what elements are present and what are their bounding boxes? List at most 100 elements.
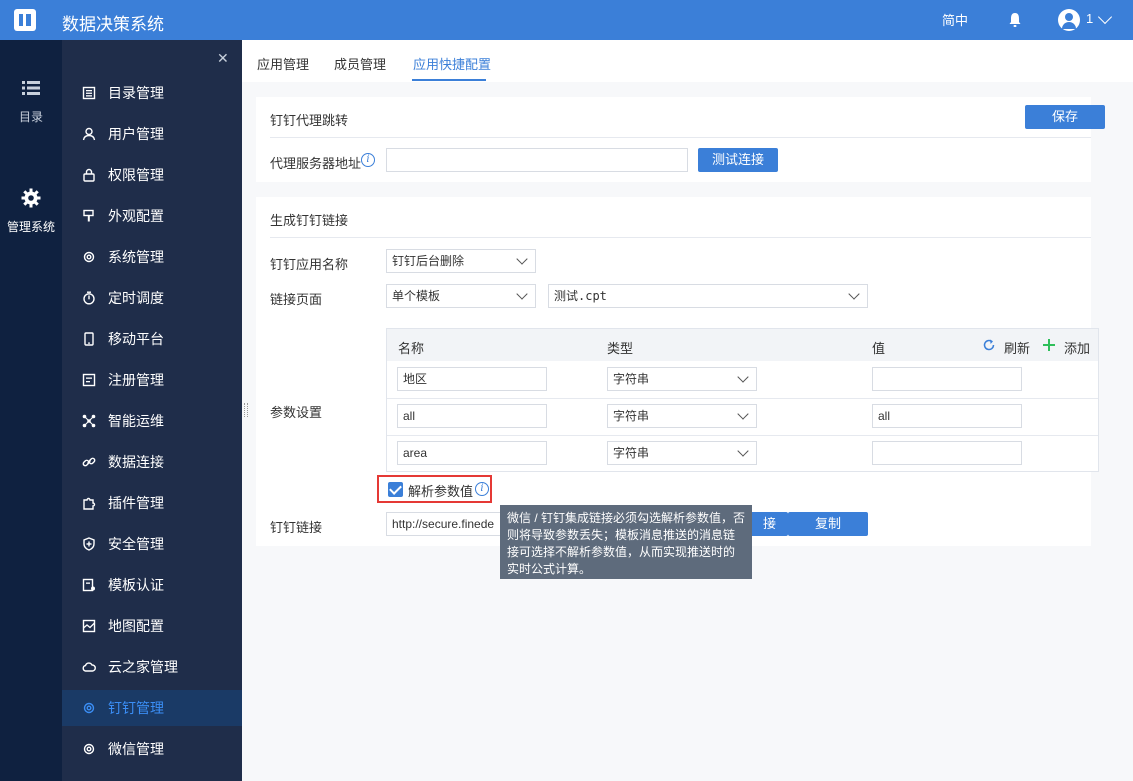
pin-icon[interactable]: ✕ [217, 50, 229, 67]
table-row: all 字符串 all [387, 398, 1098, 435]
sidebar-item[interactable]: 模板认证 [62, 567, 242, 603]
sidebar-item[interactable]: 数据连接 [62, 444, 242, 480]
param-value-input[interactable] [872, 441, 1022, 465]
select-value: 字符串 [613, 372, 650, 386]
sidebar-item-label: 智能运维 [108, 413, 164, 429]
sidebar-item-label: 插件管理 [108, 495, 164, 511]
sidebar-item[interactable]: 移动平台 [62, 321, 242, 357]
parse-params-checkbox-group[interactable]: 解析参数值 i [377, 475, 492, 503]
tooltip: 微信 / 钉钉集成链接必须勾选解析参数值，否则将导致参数丢失；模板消息推送的消息… [500, 505, 752, 579]
select-value: 钉钉后台删除 [392, 254, 465, 268]
tab-app-management[interactable]: 应用管理 [257, 54, 309, 73]
params-table: 名称 类型 值 刷新 添加 地区 字符串 all 字符串 all area 字符串 [386, 328, 1099, 472]
divider [270, 137, 1091, 138]
sidebar-item-label: 注册管理 [108, 372, 164, 388]
param-value-input[interactable]: all [872, 404, 1022, 428]
chevron-down-icon [516, 253, 528, 265]
mobile-icon [84, 332, 94, 346]
select-value: 单个模板 [392, 289, 441, 303]
column-header-value: 值 [872, 341, 886, 356]
param-type-select[interactable]: 字符串 [607, 367, 757, 391]
resize-handle[interactable] [244, 403, 248, 417]
user-icon [82, 127, 96, 141]
sidebar-item-label: 目录管理 [108, 85, 164, 101]
sidebar-item[interactable]: 权限管理 [62, 157, 242, 193]
save-button[interactable]: 保存 [1025, 105, 1105, 129]
info-icon[interactable]: i [361, 153, 375, 167]
sidebar-item[interactable]: 外观配置 [62, 198, 242, 234]
proxy-server-label: 代理服务器地址 [270, 156, 362, 171]
param-name-input[interactable]: area [397, 441, 547, 465]
app-name-select[interactable]: 钉钉后台删除 [386, 249, 536, 273]
refresh-button[interactable]: 刷新 [1004, 338, 1030, 357]
sidebar-item[interactable]: 微信管理 [62, 731, 242, 767]
link-page-label: 链接页面 [270, 292, 323, 307]
sidebar-item-label: 钉钉管理 [108, 700, 164, 716]
gear-icon [83, 702, 95, 714]
sidebar-item[interactable]: 云之家管理 [62, 649, 242, 685]
dingtalk-link-label: 钉钉链接 [270, 520, 323, 535]
chevron-down-icon[interactable] [1097, 9, 1113, 25]
active-tab-indicator [412, 79, 486, 81]
param-type-select[interactable]: 字符串 [607, 441, 757, 465]
bell-icon[interactable] [1008, 12, 1022, 28]
sidebar-item-label: 云之家管理 [108, 659, 178, 675]
tab-bar: 应用管理 成员管理 应用快捷配置 [242, 40, 1133, 82]
refresh-icon[interactable] [982, 338, 996, 352]
sidebar-item[interactable]: 地图配置 [62, 608, 242, 644]
chevron-down-icon [737, 371, 749, 383]
test-connection-button[interactable]: 测试连接 [698, 148, 778, 172]
divider [270, 237, 1091, 238]
sidebar-item[interactable]: 系统管理 [62, 239, 242, 275]
table-row: area 字符串 [387, 435, 1098, 472]
table-header: 名称 类型 值 刷新 添加 [387, 329, 1098, 361]
template-icon [82, 578, 95, 592]
copy-button[interactable]: 复制 [788, 512, 868, 536]
language-switch[interactable]: 简中 [942, 10, 968, 29]
sidebar-item[interactable]: 插件管理 [62, 485, 242, 521]
gear-icon [21, 188, 41, 208]
brush-icon [83, 209, 94, 222]
sidebar-item-label: 外观配置 [108, 208, 164, 224]
sidebar-item[interactable]: 用户管理 [62, 116, 242, 152]
add-param-button[interactable]: 添加 [1064, 338, 1090, 357]
chevron-down-icon [848, 288, 860, 300]
param-name-input[interactable]: 地区 [397, 367, 547, 391]
sidebar-item-label: 用户管理 [108, 126, 164, 142]
param-value-input[interactable] [872, 367, 1022, 391]
sidebar-item[interactable]: 目录管理 [62, 75, 242, 111]
row-divider [387, 398, 1098, 399]
rail-item-catalog[interactable]: 目录 [0, 78, 62, 125]
rail-item-label: 目录 [18, 110, 43, 124]
parse-params-label: 解析参数值 [408, 484, 474, 499]
param-type-select[interactable]: 字符串 [607, 404, 757, 428]
params-label: 参数设置 [270, 405, 323, 420]
sidebar-item[interactable]: 注册管理 [62, 362, 242, 398]
param-name-input[interactable]: all [397, 404, 547, 428]
catalog-icon [82, 86, 96, 100]
avatar-icon[interactable] [1058, 9, 1080, 31]
parse-params-checkbox[interactable] [388, 482, 403, 497]
network-icon [82, 414, 96, 428]
link-page-file-select[interactable]: 测试.cpt [548, 284, 868, 308]
sidebar-item[interactable]: 钉钉管理 [62, 690, 242, 726]
panel-title: 生成钉钉链接 [270, 213, 349, 228]
proxy-server-input[interactable] [386, 148, 688, 172]
row-divider [387, 435, 1098, 436]
table-row: 地区 字符串 [387, 361, 1098, 398]
sidebar-item-label: 模板认证 [108, 577, 164, 593]
plus-icon[interactable] [1042, 338, 1056, 352]
user-name[interactable]: 1 [1086, 11, 1093, 26]
link-page-type-select[interactable]: 单个模板 [386, 284, 536, 308]
tab-quick-config[interactable]: 应用快捷配置 [413, 54, 491, 73]
app-rail: 目录 管理系统 [0, 40, 62, 781]
tab-member-management[interactable]: 成员管理 [334, 54, 386, 73]
rail-item-management[interactable]: 管理系统 [0, 188, 62, 235]
sidebar-item-label: 系统管理 [108, 249, 164, 265]
sidebar-item[interactable]: 定时调度 [62, 280, 242, 316]
sidebar-item[interactable]: 安全管理 [62, 526, 242, 562]
rail-item-label: 管理系统 [6, 220, 55, 234]
info-icon[interactable]: i [475, 482, 489, 496]
top-bar: 数据决策系统 简中 1 [0, 0, 1133, 40]
sidebar-item[interactable]: 智能运维 [62, 403, 242, 439]
